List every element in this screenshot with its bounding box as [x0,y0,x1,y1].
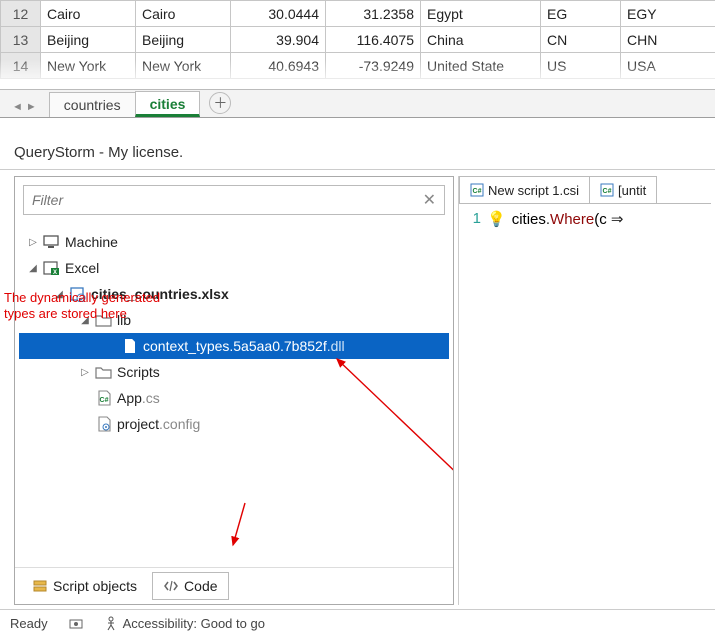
lightbulb-icon[interactable]: 💡 [487,210,506,599]
tab-cities[interactable]: cities [135,91,201,117]
cell[interactable]: Beijing [136,27,231,53]
row-number[interactable]: 14 [1,53,41,79]
tree-label: lib [117,312,131,328]
csharp-script-icon: C# [470,183,484,197]
folder-icon [95,363,113,381]
row-number[interactable]: 12 [1,1,41,27]
row-number[interactable]: 13 [1,27,41,53]
accessibility-icon [104,616,118,632]
cell[interactable]: China [421,27,541,53]
status-macro-icon[interactable] [68,616,84,632]
tree-label: Scripts [117,364,160,380]
svg-text:C#: C# [603,188,612,195]
cell[interactable]: 31.2358 [326,1,421,27]
tree-label: Excel [65,260,99,276]
tab-countries[interactable]: countries [49,92,136,117]
tree-label: Machine [65,234,118,250]
tree-label: App.cs [117,390,160,406]
code-editor[interactable]: 1 💡 cities.Where(c ⇒ [459,204,711,605]
file-icon [121,337,139,355]
svg-text:C#: C# [473,188,482,195]
config-file-icon [95,415,113,433]
cell[interactable]: United State [421,53,541,79]
tree-node-lib[interactable]: ◢ lib [19,307,449,333]
csharp-file-icon: C# [95,389,113,407]
code-icon [163,578,179,594]
cell[interactable]: Egypt [421,1,541,27]
tree: ▷ Machine ◢ X Excel ◢ cities_cou [15,223,453,567]
excel-icon: X [43,259,61,277]
collapse-icon[interactable]: ◢ [53,289,65,300]
cell[interactable]: New York [41,53,136,79]
cell[interactable]: New York [136,53,231,79]
cell[interactable]: Cairo [41,1,136,27]
status-accessibility[interactable]: Accessibility: Good to go [104,616,265,632]
tree-node-machine[interactable]: ▷ Machine [19,229,449,255]
line-number: 1 [465,210,487,599]
add-sheet-button[interactable]: ＋ [209,92,231,114]
clear-filter-icon[interactable]: ✕ [423,190,436,210]
tab-code[interactable]: Code [152,572,228,600]
tree-label: context_types.5a5aa0.7b852f.dll [143,338,345,354]
cell[interactable]: USA [621,53,715,79]
annotation-arrow-code [215,503,255,563]
cell[interactable]: EGY [621,1,715,27]
tree-label: project.config [117,416,200,432]
explorer-tabs: Script objects Code [15,567,453,604]
cell[interactable]: 39.904 [231,27,326,53]
folder-open-icon [95,311,113,329]
tree-node-workbook[interactable]: ◢ cities_countries.xlsx [19,281,449,307]
filter-input[interactable] [32,192,423,208]
cell[interactable]: CN [541,27,621,53]
editor-tabs: C# New script 1.csi C# [untit [459,176,711,204]
editor-pane: C# New script 1.csi C# [untit 1 💡 cities… [458,176,711,605]
script-objects-icon [32,578,48,594]
tree-node-excel[interactable]: ◢ X Excel [19,255,449,281]
collapse-icon[interactable]: ◢ [79,315,91,326]
cell[interactable]: EG [541,1,621,27]
expand-icon[interactable]: ▷ [79,367,91,378]
worksheet-tabbar: ◄► countries cities ＋ [0,90,715,118]
cell[interactable]: 30.0444 [231,1,326,27]
editor-tab-1[interactable]: C# New script 1.csi [459,176,590,203]
cell[interactable]: Beijing [41,27,136,53]
tab-script-objects[interactable]: Script objects [21,572,148,600]
expand-icon[interactable]: ▷ [27,237,39,248]
panel-title: QueryStorm - My license. [0,136,715,169]
editor-tab-2[interactable]: C# [untit [590,176,657,203]
filter-box[interactable]: ✕ [23,185,445,215]
cell[interactable]: -73.9249 [326,53,421,79]
svg-text:X: X [53,270,57,276]
cell[interactable]: CHN [621,27,715,53]
sheet-nav[interactable]: ◄► [10,101,49,117]
code-line[interactable]: cities.Where(c ⇒ [512,210,624,599]
cell[interactable]: 40.6943 [231,53,326,79]
sheet-row[interactable]: 14New YorkNew York40.6943-73.9249United … [1,53,715,79]
explorer-pane: ✕ ▷ Machine ◢ X Excel ◢ [14,176,454,605]
csharp-script-icon: C# [600,183,614,197]
machine-icon [43,233,61,251]
workbook-icon [69,285,87,303]
status-bar: Ready Accessibility: Good to go [0,610,715,637]
svg-text:C#: C# [100,397,109,404]
spreadsheet[interactable]: 12CairoCairo30.044431.2358EgyptEGEGY13Be… [0,0,715,90]
sheet-row[interactable]: 13BeijingBeijing39.904116.4075ChinaCNCHN [1,27,715,53]
tree-label: cities_countries.xlsx [91,286,229,302]
cell[interactable]: 116.4075 [326,27,421,53]
collapse-icon[interactable]: ◢ [27,263,39,274]
sheet-row[interactable]: 12CairoCairo30.044431.2358EgyptEGEGY [1,1,715,27]
cell[interactable]: US [541,53,621,79]
cell[interactable]: Cairo [136,1,231,27]
annotation-arrow [325,351,453,471]
status-ready: Ready [10,616,48,631]
